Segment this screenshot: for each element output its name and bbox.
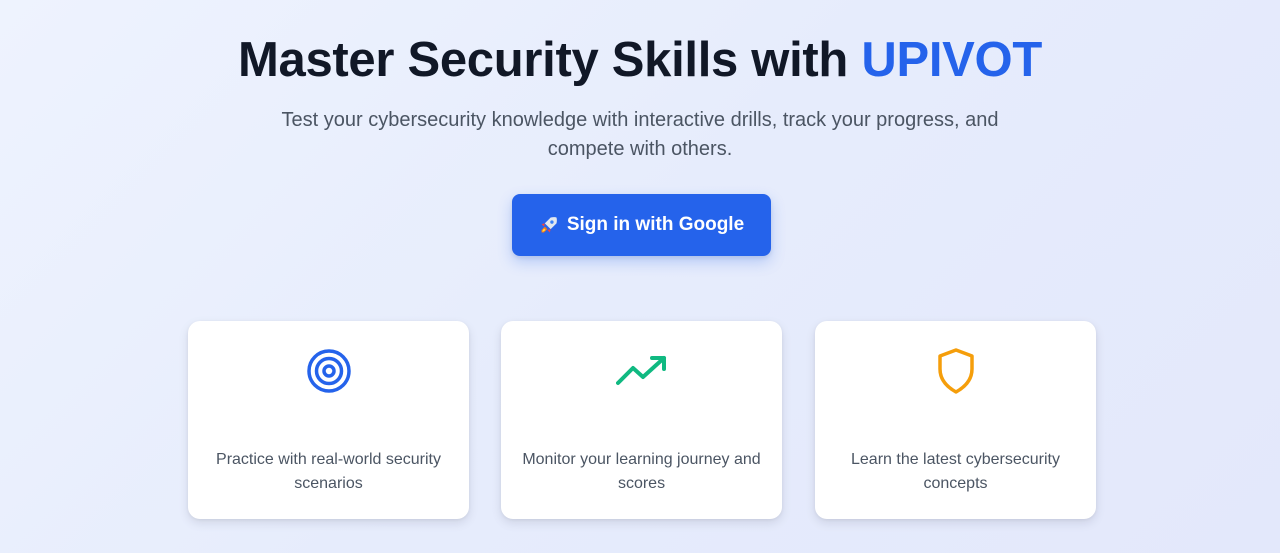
feature-description: Learn the latest cybersecurity concepts xyxy=(851,451,1060,492)
page-subtitle: Test your cybersecurity knowledge with i… xyxy=(281,109,999,160)
feature-card-monitor: Monitor your learning journey and scores xyxy=(501,321,782,519)
page-title: Master Security Skills with UPIVOT xyxy=(0,30,1280,90)
brand-name: UPIVOT xyxy=(861,33,1042,87)
feature-card-practice: Practice with real-world security scenar… xyxy=(188,321,469,519)
target-icon xyxy=(303,345,355,397)
sign-in-button-label: Sign in with Google xyxy=(566,214,745,235)
feature-description: Monitor your learning journey and scores xyxy=(522,451,761,492)
sign-in-with-google-button[interactable]: Sign in with Google xyxy=(512,194,771,256)
feature-card-learn: Learn the latest cybersecurity concepts xyxy=(815,321,1096,519)
shield-icon xyxy=(930,345,982,397)
rocket-icon xyxy=(539,215,559,235)
page-title-prefix: Master Security Skills with xyxy=(237,33,862,87)
feature-description: Practice with real-world security scenar… xyxy=(216,451,441,492)
trending-up-icon xyxy=(615,345,668,397)
